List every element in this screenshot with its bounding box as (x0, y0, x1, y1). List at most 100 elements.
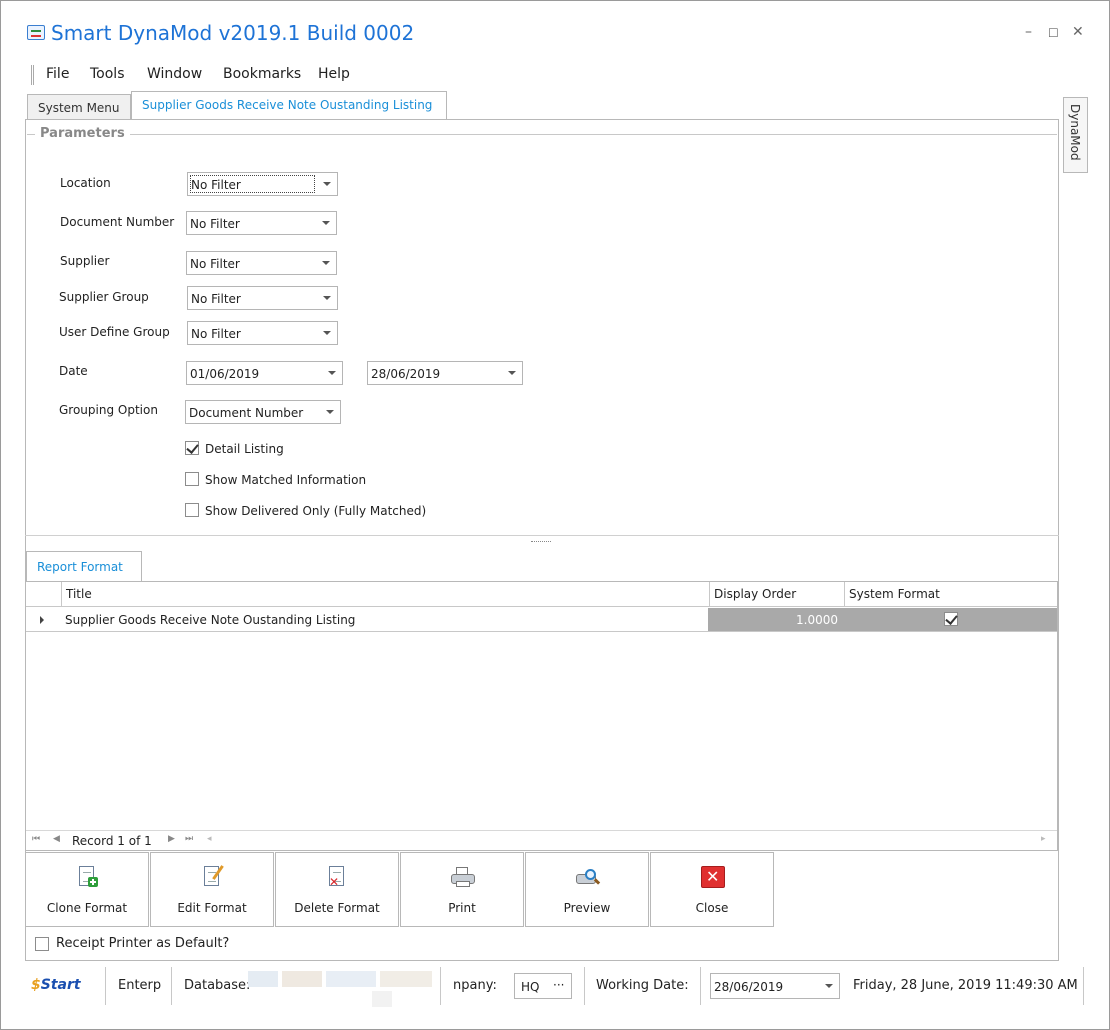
current-datetime: Friday, 28 June, 2019 11:49:30 AM (853, 978, 1078, 993)
column-title[interactable]: Title (61, 582, 732, 607)
document-number-combo[interactable]: No Filter (186, 211, 337, 235)
chevron-down-icon (825, 984, 833, 988)
user-define-group-value: No Filter (191, 327, 241, 341)
date-to-picker[interactable]: 28/06/2019 (367, 361, 523, 385)
location-combo[interactable]: No Filter (187, 172, 338, 196)
menu-tools[interactable]: Tools (90, 66, 125, 82)
column-display-order[interactable]: Display Order (709, 582, 844, 607)
working-date-picker[interactable]: 28/06/2019 (710, 973, 840, 999)
show-delivered-checkbox[interactable] (185, 503, 199, 517)
show-matched-checkbox[interactable] (185, 472, 199, 486)
window-title: Smart DynaMod v2019.1 Build 0002 (51, 21, 415, 45)
working-date-label: Working Date: (596, 978, 689, 993)
prev-record-icon[interactable]: ◀ (53, 834, 60, 844)
clone-format-label: Clone Format (46, 901, 128, 915)
scroll-left-icon[interactable]: ◂ (207, 834, 212, 844)
printer-icon (451, 865, 475, 889)
print-button[interactable]: Print (400, 852, 524, 927)
next-record-icon[interactable]: ▶ (168, 834, 175, 844)
user-define-group-label: User Define Group (59, 325, 170, 339)
close-button[interactable]: ✕ Close (650, 852, 774, 927)
record-counter: Record 1 of 1 (72, 834, 152, 848)
date-from-picker[interactable]: 01/06/2019 (186, 361, 343, 385)
menu-help[interactable]: Help (318, 66, 350, 82)
menu-bookmarks[interactable]: Bookmarks (223, 66, 301, 82)
status-separator (1083, 967, 1084, 1005)
company-more-button[interactable]: ··· (553, 978, 564, 992)
company-label: npany: (453, 978, 497, 993)
splitter-grip[interactable] (531, 541, 551, 543)
menu-grip (31, 65, 34, 85)
date-from-value: 01/06/2019 (190, 367, 260, 381)
user-define-group-combo[interactable]: No Filter (187, 321, 338, 345)
grouping-option-label: Grouping Option (59, 403, 158, 417)
show-matched-label: Show Matched Information (205, 473, 367, 487)
supplier-group-combo[interactable]: No Filter (187, 286, 338, 310)
status-separator (440, 967, 441, 1005)
start-label: Start (40, 977, 81, 993)
row-system-format-cell (844, 608, 1057, 631)
receipt-printer-label: Receipt Printer as Default? (56, 936, 230, 951)
delete-format-label: Delete Format (294, 901, 380, 915)
document-number-value: No Filter (190, 217, 240, 231)
grid-header: Title Display Order System Format (26, 582, 1057, 607)
scroll-right-icon[interactable]: ▸ (1041, 834, 1046, 844)
preview-icon (576, 865, 601, 889)
database-label: Database: (184, 978, 251, 993)
table-row[interactable]: Supplier Goods Receive Note Oustanding L… (26, 608, 1057, 632)
column-system-format[interactable]: System Format (844, 582, 1057, 607)
detail-listing-checkbox[interactable] (185, 441, 199, 455)
preview-label: Preview (563, 901, 611, 915)
location-label: Location (60, 176, 111, 190)
maximize-button[interactable]: ☐ (1048, 26, 1059, 40)
first-record-icon[interactable]: ⏮ (32, 834, 40, 844)
chevron-down-icon (322, 261, 330, 265)
row-display-order: 1.0000 (796, 613, 838, 627)
panel-splitter[interactable] (25, 535, 1059, 536)
system-format-checkbox[interactable] (944, 612, 958, 626)
chevron-down-icon (326, 410, 334, 414)
edit-format-label: Edit Format (177, 901, 247, 915)
clone-format-icon (76, 865, 98, 889)
parameters-title: Parameters (35, 126, 130, 141)
close-window-button[interactable]: ✕ (1072, 24, 1084, 40)
status-separator (171, 967, 172, 1005)
edition-text: Enterp (118, 978, 162, 993)
start-button[interactable]: $Start (31, 977, 81, 993)
database-value-blurred (248, 971, 432, 1007)
preview-button[interactable]: Preview (525, 852, 649, 927)
print-label: Print (448, 901, 476, 915)
tab-report-format[interactable]: Report Format (26, 551, 142, 581)
menu-window[interactable]: Window (147, 66, 202, 82)
edit-format-button[interactable]: Edit Format (150, 852, 274, 927)
delete-format-button[interactable]: ✕ Delete Format (275, 852, 399, 927)
menu-file[interactable]: File (46, 66, 69, 82)
document-number-label: Document Number (60, 215, 175, 229)
record-navigator: ⏮ ◀ Record 1 of 1 ▶ ⏭ ◂ ▸ (26, 830, 1057, 850)
supplier-label: Supplier (60, 254, 110, 268)
chevron-down-icon (323, 296, 331, 300)
chevron-down-icon (322, 221, 330, 225)
date-label: Date (59, 364, 88, 378)
last-record-icon[interactable]: ⏭ (185, 834, 193, 844)
date-to-value: 28/06/2019 (371, 367, 441, 381)
company-value: HQ (521, 980, 540, 994)
supplier-combo[interactable]: No Filter (186, 251, 337, 275)
chevron-down-icon (323, 331, 331, 335)
company-field[interactable]: HQ ··· (514, 973, 572, 999)
show-delivered-label: Show Delivered Only (Fully Matched) (205, 504, 427, 518)
side-tab-dynamod[interactable]: DynaMod (1063, 97, 1088, 173)
receipt-printer-checkbox[interactable] (35, 937, 49, 951)
minimize-button[interactable]: – (1025, 24, 1032, 40)
grouping-option-value: Document Number (189, 406, 304, 420)
clone-format-button[interactable]: Clone Format (25, 852, 149, 927)
detail-listing-label: Detail Listing (205, 442, 284, 456)
tab-system-menu[interactable]: System Menu (27, 94, 131, 120)
chevron-down-icon (328, 371, 336, 375)
parameters-divider (27, 134, 1057, 135)
close-label: Close (695, 901, 729, 915)
grouping-option-combo[interactable]: Document Number (185, 400, 341, 424)
start-logo-icon: $ (31, 977, 41, 993)
working-date-value: 28/06/2019 (714, 980, 784, 994)
tab-supplier-grn-listing[interactable]: Supplier Goods Receive Note Oustanding L… (131, 91, 447, 120)
